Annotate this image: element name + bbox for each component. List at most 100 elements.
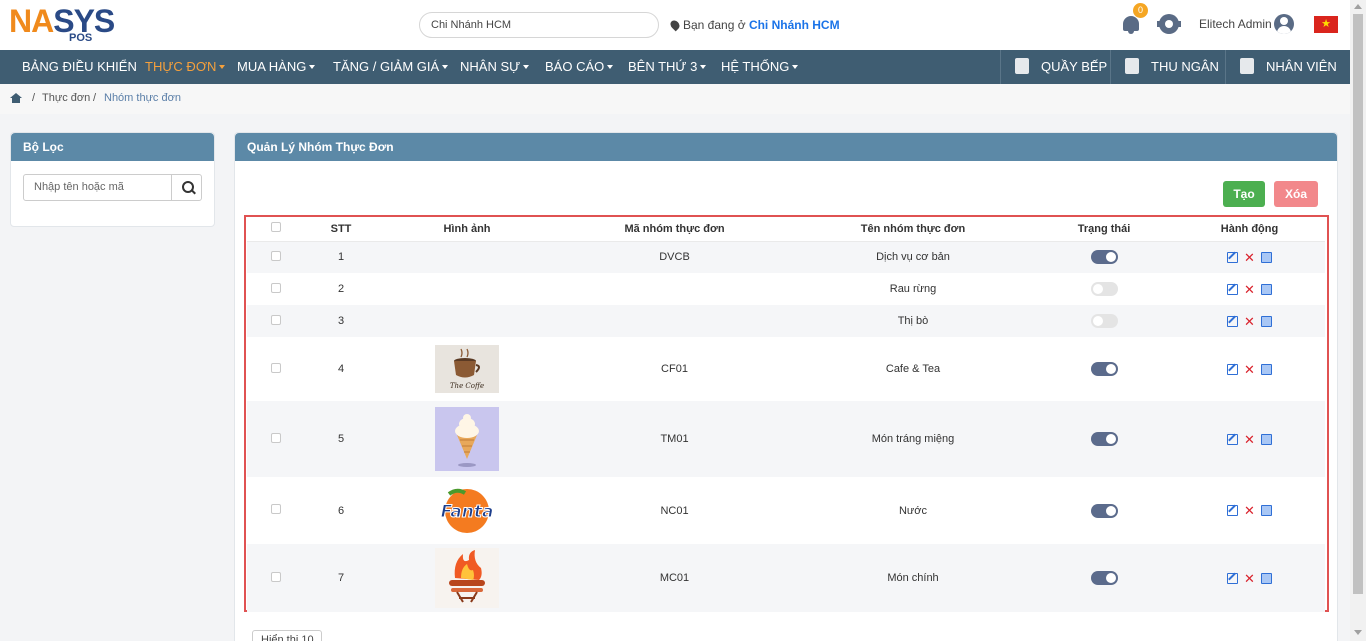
nasys-pos-logo[interactable]: NASYS POS	[9, 5, 124, 45]
branch-select-input[interactable]: Chi Nhánh HCM	[419, 12, 659, 38]
status-toggle[interactable]	[1090, 282, 1118, 296]
nav-item-third-party[interactable]: BÊN THỨ 3	[628, 50, 707, 84]
col-status: Trạng thái	[1034, 217, 1174, 242]
fanta-logo-image: Fanta	[435, 483, 499, 538]
create-button[interactable]: Tạo	[1223, 181, 1265, 207]
copy-icon[interactable]	[1261, 315, 1272, 327]
copy-icon[interactable]	[1261, 251, 1272, 263]
edit-icon[interactable]	[1227, 363, 1238, 375]
cashier-icon	[1125, 58, 1139, 74]
user-name[interactable]: Elitech Admin	[1199, 17, 1272, 31]
row-checkbox[interactable]	[271, 282, 281, 293]
delete-icon[interactable]: ✕	[1244, 283, 1255, 296]
row-stt: 2	[337, 283, 345, 295]
avatar-icon[interactable]	[1274, 14, 1294, 34]
row-name: Cafe & Tea	[885, 363, 941, 375]
top-header: NASYS POS Chi Nhánh HCM Bạn đang ở Chi N…	[0, 0, 1350, 50]
copy-icon[interactable]	[1261, 505, 1272, 517]
row-code: MC01	[659, 572, 690, 584]
delete-button[interactable]: Xóa	[1274, 181, 1318, 207]
row-checkbox[interactable]	[271, 314, 281, 325]
clipboard-icon	[1240, 58, 1254, 74]
delete-icon[interactable]: ✕	[1244, 363, 1255, 376]
delete-icon[interactable]: ✕	[1244, 504, 1255, 517]
staff-button[interactable]: NHÂN VIÊN	[1225, 50, 1350, 84]
nav-item-hr[interactable]: NHÂN SỰ	[460, 50, 530, 84]
delete-icon[interactable]: ✕	[1244, 572, 1255, 585]
select-all-checkbox[interactable]	[271, 222, 281, 233]
row-name: Thị bò	[897, 315, 929, 327]
gear-icon[interactable]	[1157, 14, 1181, 34]
delete-icon[interactable]: ✕	[1244, 315, 1255, 328]
edit-icon[interactable]	[1227, 505, 1238, 517]
row-name: Nước	[898, 504, 928, 517]
page-size-select[interactable]: Hiển thị 10	[252, 630, 322, 641]
delete-icon[interactable]: ✕	[1244, 251, 1255, 264]
table-header-row: STT Hình ảnh Mã nhóm thực đơn Tên nhóm t…	[247, 217, 1325, 242]
delete-icon[interactable]: ✕	[1244, 433, 1255, 446]
scroll-up-icon[interactable]	[1354, 4, 1362, 9]
home-icon[interactable]	[10, 93, 22, 103]
row-name: Rau rừng	[889, 283, 937, 295]
status-toggle[interactable]	[1090, 503, 1118, 518]
status-toggle[interactable]	[1090, 250, 1118, 265]
row-checkbox[interactable]	[271, 571, 281, 582]
row-code: DVCB	[659, 251, 690, 264]
nav-item-menu[interactable]: THỰC ĐƠN	[145, 50, 226, 84]
col-stt: STT	[305, 217, 377, 242]
row-name: Món chính	[887, 572, 939, 584]
nav-item-report[interactable]: BÁO CÁO	[545, 50, 614, 84]
edit-icon[interactable]	[1227, 283, 1238, 295]
edit-icon[interactable]	[1227, 315, 1238, 327]
scroll-down-icon[interactable]	[1354, 630, 1362, 635]
nav-item-dashboard[interactable]: BẢNG ĐIỀU KHIỂN	[22, 50, 137, 84]
table-row: 3 Thị bò ✕	[247, 305, 1325, 337]
scroll-thumb[interactable]	[1353, 14, 1363, 594]
page-scrollbar[interactable]	[1350, 0, 1366, 641]
row-image: The Coffe	[377, 337, 557, 401]
vietnam-flag-icon[interactable]: ★	[1314, 16, 1338, 33]
copy-icon[interactable]	[1261, 572, 1272, 584]
row-name: Món tráng miệng	[871, 433, 955, 445]
kitchen-button[interactable]: QUẦY BẾP	[1000, 50, 1110, 84]
row-checkbox[interactable]	[271, 504, 281, 514]
row-checkbox[interactable]	[271, 432, 281, 443]
caret-down-icon	[792, 65, 799, 69]
status-toggle[interactable]	[1090, 314, 1118, 328]
copy-icon[interactable]	[1261, 283, 1272, 295]
row-stt: 4	[337, 363, 345, 375]
copy-icon[interactable]	[1261, 363, 1272, 375]
caret-down-icon	[442, 65, 449, 69]
row-checkbox[interactable]	[271, 362, 281, 373]
row-checkbox[interactable]	[271, 250, 281, 261]
table-row: 5 TM01 Món tráng miệng ✕	[247, 401, 1325, 477]
breadcrumb-menu[interactable]: Thực đơn	[42, 92, 90, 104]
nav-item-system[interactable]: HỆ THỐNG	[721, 50, 799, 84]
table-row: 1 DVCB Dịch vụ cơ bản ✕	[247, 241, 1325, 273]
col-name: Tên nhóm thực đơn	[792, 217, 1034, 242]
row-image	[377, 305, 557, 337]
copy-icon[interactable]	[1261, 433, 1272, 445]
edit-icon[interactable]	[1227, 251, 1238, 263]
status-toggle[interactable]	[1090, 362, 1118, 376]
row-image	[377, 273, 557, 305]
cashier-button[interactable]: THU NGÂN	[1110, 50, 1225, 84]
location-prefix: Bạn đang ở	[683, 18, 746, 32]
edit-icon[interactable]	[1227, 433, 1238, 445]
ice-cream-image	[435, 407, 499, 471]
status-toggle[interactable]	[1090, 432, 1118, 446]
bell-icon[interactable]: 0	[1121, 3, 1148, 34]
nav-item-discount[interactable]: TĂNG / GIẢM GIÁ	[333, 50, 449, 84]
nav-item-purchase[interactable]: MUA HÀNG	[237, 50, 316, 84]
edit-icon[interactable]	[1227, 572, 1238, 584]
logo-text-pos: POS	[69, 32, 93, 44]
status-toggle[interactable]	[1090, 571, 1118, 585]
col-actions: Hành động	[1174, 217, 1325, 242]
row-stt: 7	[337, 572, 345, 584]
table-row: 7 MC01 Món chính ✕	[247, 544, 1325, 612]
svg-text:Fanta: Fanta	[441, 502, 494, 522]
filter-panel: Bộ Lọc Nhập tên hoặc mã	[10, 132, 215, 227]
notification-badge: 0	[1133, 3, 1148, 18]
search-icon[interactable]	[171, 174, 202, 201]
current-location: Bạn đang ở Chi Nhánh HCM	[668, 18, 840, 32]
